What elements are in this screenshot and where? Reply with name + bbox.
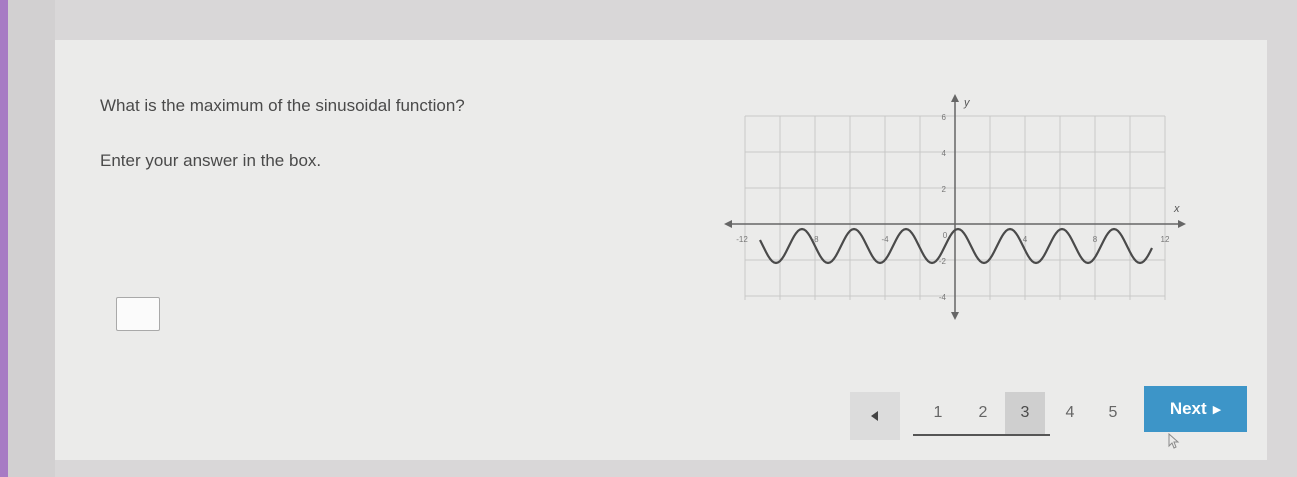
x-tick-label: 12 [1161, 235, 1170, 244]
x-tick-label: 8 [1093, 235, 1098, 244]
triangle-right-icon: ▶ [1212, 403, 1222, 416]
next-button-label: Next [1169, 399, 1207, 418]
y-tick-label: 4 [942, 149, 947, 158]
answer-input[interactable] [116, 297, 160, 331]
y-tick-label: 6 [942, 113, 947, 122]
x-tick-label: -4 [881, 235, 889, 244]
y-axis-label: y [963, 97, 971, 109]
page-4-button[interactable]: 4 [1050, 392, 1090, 434]
left-sidebar-strip [8, 0, 55, 477]
page-1-button[interactable]: 1 [918, 392, 958, 434]
pager-underline [913, 434, 1050, 436]
next-button[interactable]: Next ▶ [1144, 386, 1247, 432]
triangle-left-icon [871, 411, 878, 421]
y-tick-label: -4 [939, 293, 947, 302]
x-axis-arrow-left-icon [724, 220, 732, 228]
prev-page-button[interactable] [850, 392, 900, 440]
x-tick-label: 0 [943, 231, 948, 240]
y-axis-arrow-down-icon [951, 312, 959, 320]
question-instruction: Enter your answer in the box. [100, 151, 322, 170]
sinusoid-graph: y x 6 4 2 -2 -4 -12 -8 -4 0 4 8 12 [724, 94, 1186, 320]
x-axis-label: x [1173, 203, 1180, 215]
mouse-cursor-icon [1168, 433, 1180, 449]
graph-axes [730, 100, 1180, 316]
page-3-button[interactable]: 3 [1005, 392, 1045, 434]
question-prompt: What is the maximum of the sinusoidal fu… [100, 96, 465, 115]
x-axis-arrow-right-icon [1178, 220, 1186, 228]
left-accent-bar [0, 0, 8, 477]
y-tick-label: -2 [939, 257, 947, 266]
y-axis-arrow-up-icon [951, 94, 959, 102]
y-tick-label: 2 [942, 185, 947, 194]
page-2-button[interactable]: 2 [963, 392, 1003, 434]
x-tick-label: 4 [1023, 235, 1028, 244]
x-tick-label: -12 [736, 235, 748, 244]
page-5-button[interactable]: 5 [1093, 392, 1133, 434]
